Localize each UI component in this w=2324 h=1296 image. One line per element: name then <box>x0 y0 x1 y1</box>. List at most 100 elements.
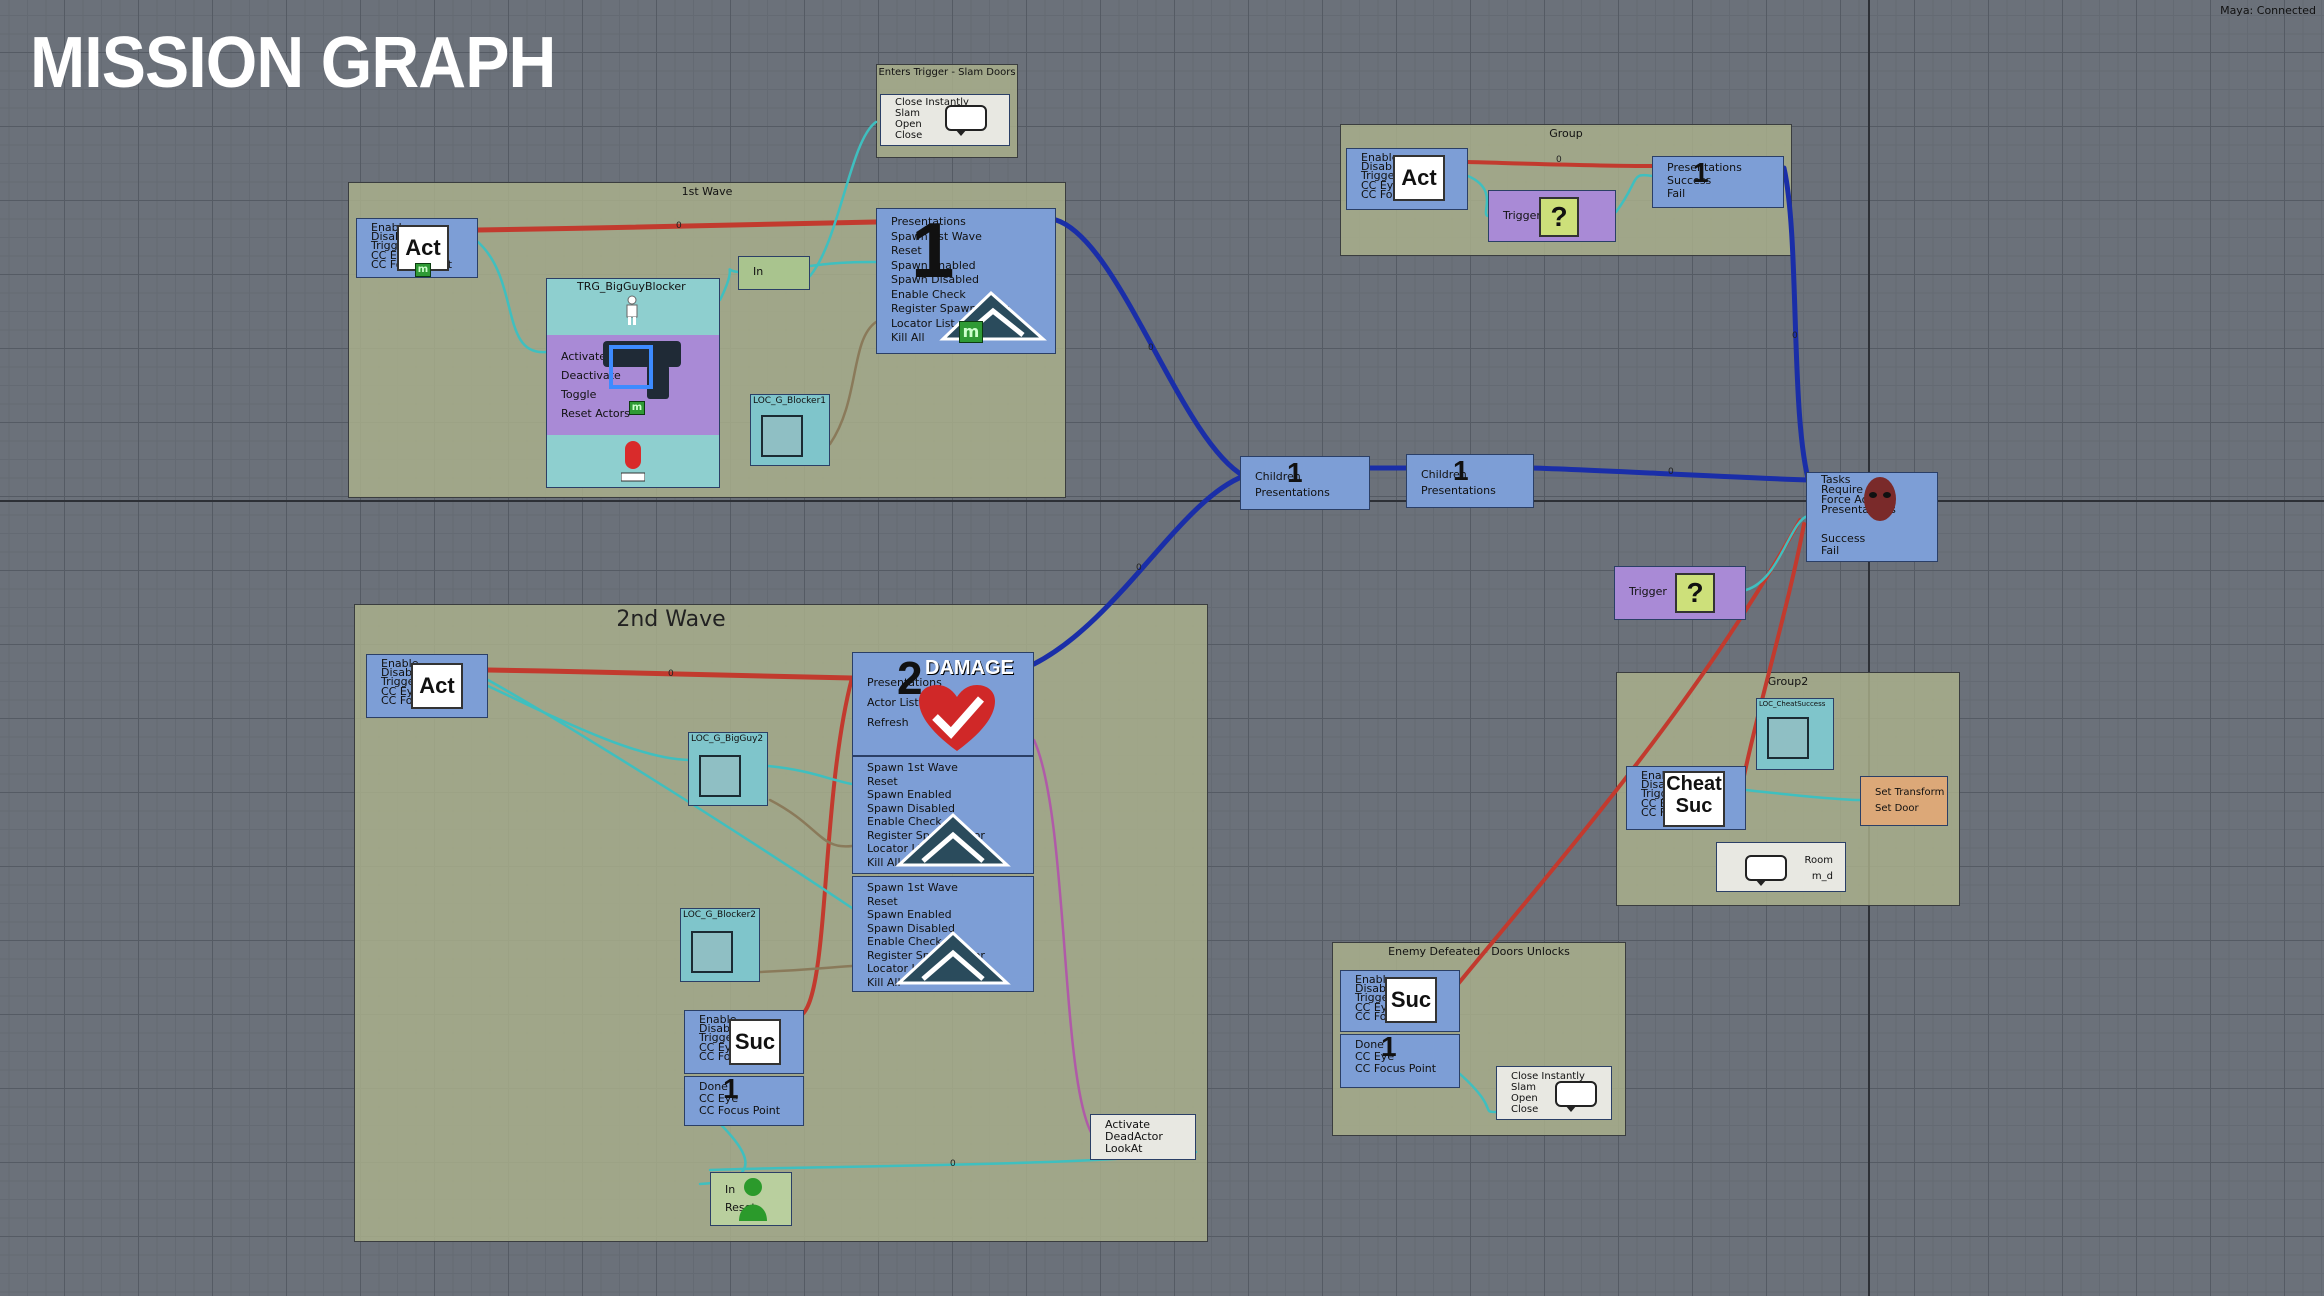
spawn-node-wave1[interactable]: Presentations Spawn 1st Wave Reset Spawn… <box>876 208 1056 354</box>
trigger-pin[interactable]: Trigger <box>1629 586 1667 597</box>
locator-icon <box>761 415 803 457</box>
set-transform-node[interactable]: Set Transform Set Door <box>1860 776 1948 826</box>
activate-node[interactable]: Activate DeadActor LookAt <box>1090 1114 1196 1160</box>
trg-action-section: Activate Deactivate Toggle Reset Actors … <box>547 335 719 435</box>
trigger-node-group[interactable]: Trigger ? <box>1488 190 1616 242</box>
act-node-group[interactable]: Enable Disable Trigger CC Eye CC Focus P… <box>1346 148 1468 210</box>
trigger-pin[interactable]: Trigger <box>1503 210 1541 221</box>
suc-badge: Suc <box>1385 977 1437 1023</box>
wire-label: 0 <box>1136 563 1142 573</box>
damage-label: DAMAGE <box>925 657 1014 679</box>
activate-pin-list: Activate DeadActor LookAt <box>1105 1119 1163 1155</box>
speech-bubble-icon <box>1745 855 1787 886</box>
door-node-enemy[interactable]: Close Instantly Slam Open Close <box>1496 1066 1612 1120</box>
loc-g-blocker2-node[interactable]: LOC_G_Blocker2 <box>680 908 760 982</box>
room-pin-list: Room m_d <box>1805 853 1833 885</box>
children-node-1[interactable]: Children Presentations 1 <box>1240 456 1370 510</box>
mask-icon <box>1864 477 1896 521</box>
tasks-node[interactable]: Tasks Require Force Add Presentations Su… <box>1806 472 1938 562</box>
act-node-wave1[interactable]: Enable Disable Trigger CC Eye CC Focus P… <box>356 218 478 278</box>
cheat-suc-badge: Cheat Suc <box>1663 771 1725 827</box>
pin-set-door[interactable]: Set Door <box>1875 801 1944 817</box>
spawn-node-wave2a[interactable]: Spawn 1st Wave Reset Spawn Enabled Spawn… <box>852 756 1034 874</box>
pin-fail[interactable]: Fail <box>1821 545 1865 557</box>
wire-data <box>1458 1072 1498 1114</box>
speech-bubble-icon <box>945 105 987 136</box>
m-icon: m <box>959 321 983 343</box>
pin-spawn-1st-wave[interactable]: Spawn 1st Wave <box>867 761 985 775</box>
pin-spawn-enabled[interactable]: Spawn Enabled <box>867 908 985 922</box>
pin-m-d[interactable]: m_d <box>1805 869 1833 885</box>
suc-node-enemy[interactable]: Enable Disable Trigger CC Eye CC Focus P… <box>1340 970 1460 1032</box>
pin-set-transform[interactable]: Set Transform <box>1875 785 1944 801</box>
done-node-enemy[interactable]: Done CC Eye CC Focus Point 1 <box>1340 1034 1460 1088</box>
suc-node-wave2[interactable]: Enable Disable Trigger CC Eye CC Focus P… <box>684 1010 804 1074</box>
cheat-label-line2: Suc <box>1675 795 1713 817</box>
wire-data <box>808 120 878 278</box>
loc-g-blocker1-node[interactable]: LOC_G_Blocker1 <box>750 394 830 466</box>
loc-title: LOC_G_Blocker1 <box>753 396 827 406</box>
wire-label: 0 <box>676 221 682 231</box>
done-count: 1 <box>1381 1034 1397 1062</box>
children-count: 1 <box>1453 455 1469 486</box>
pin-cc-focus[interactable]: CC Focus Point <box>699 1105 780 1117</box>
wire-data <box>1466 174 1490 218</box>
wire-data <box>1614 173 1654 214</box>
wire-actor <box>1032 738 1098 1142</box>
pin-reset[interactable]: Reset <box>867 895 985 909</box>
trg-title: TRG_BigGuyBlocker <box>577 280 686 293</box>
wire-presentation <box>1781 165 1813 489</box>
pin-cc-focus[interactable]: CC Focus Point <box>1355 1063 1436 1075</box>
m-icon: m <box>415 263 431 277</box>
damage-check-icon <box>919 685 995 751</box>
done-node-wave2[interactable]: Done CC Eye CC Focus Point 1 <box>684 1076 804 1126</box>
wire-data <box>766 764 854 786</box>
damage-node[interactable]: Presentations Actor List Refresh 2 DAMAG… <box>852 652 1034 756</box>
wire-label: 0 <box>1556 155 1562 165</box>
pin-spawn-1st-wave[interactable]: Spawn 1st Wave <box>867 881 985 895</box>
wire-object <box>768 798 854 848</box>
pin-spawn-enabled[interactable]: Spawn Enabled <box>867 788 985 802</box>
trigger-node-right[interactable]: Trigger ? <box>1614 566 1746 620</box>
trg-bigguy-blocker-node[interactable]: TRG_BigGuyBlocker Activate Deactivate To… <box>546 278 720 488</box>
capsule-icon <box>621 441 645 482</box>
wire-label: 0 <box>1668 467 1674 477</box>
settransform-pin-list: Set Transform Set Door <box>1875 785 1944 817</box>
wire-data <box>476 240 548 354</box>
wire-label: 0 <box>1148 343 1154 353</box>
spawn-node-wave2b[interactable]: Spawn 1st Wave Reset Spawn Enabled Spawn… <box>852 876 1034 992</box>
wire-data <box>718 268 740 302</box>
in-pin[interactable]: In <box>753 266 763 277</box>
children-node-2[interactable]: Children Presentations 1 <box>1406 454 1534 508</box>
act-node-wave2[interactable]: Enable Disable Trigger CC Eye CC Focus P… <box>366 654 488 718</box>
pin-reset-actors[interactable]: Reset Actors <box>561 404 630 423</box>
wire-object <box>828 320 878 446</box>
in-node-wave1[interactable]: In <box>738 256 810 290</box>
presentations-node-group[interactable]: Presentations Success Fail 1 <box>1652 156 1784 208</box>
act-badge: Act <box>1393 155 1445 201</box>
door-node-enters[interactable]: Close Instantly Slam Open Close <box>880 94 1010 146</box>
locator-icon <box>691 931 733 973</box>
loc-title: LOC_G_Blocker2 <box>683 910 757 920</box>
loc-title: LOC_CheatSuccess <box>1759 700 1826 708</box>
loc-cheat-node[interactable]: LOC_CheatSuccess <box>1756 698 1834 770</box>
act-badge: Act <box>411 663 463 709</box>
suc-badge: Suc <box>729 1019 781 1065</box>
room-node[interactable]: Room m_d <box>1716 842 1846 892</box>
spawn-count: 1 <box>911 208 955 294</box>
wire-data <box>1744 788 1864 802</box>
pin-room[interactable]: Room <box>1805 853 1833 869</box>
wire-object <box>758 964 854 974</box>
locator-icon <box>699 755 741 797</box>
inreset-node[interactable]: In Reset <box>710 1172 792 1226</box>
pin-look-at[interactable]: LookAt <box>1105 1143 1163 1155</box>
pres-count: 1 <box>1693 157 1709 188</box>
green-figure-icon <box>739 1178 767 1221</box>
m-icon: m <box>629 401 645 415</box>
mountain-icon <box>895 930 1011 985</box>
speech-bubble-icon <box>1555 1081 1597 1112</box>
loc-g-bigguy2-node[interactable]: LOC_G_BigGuy2 <box>688 732 768 806</box>
locator-icon <box>1767 717 1809 759</box>
cheat-suc-node[interactable]: Enable Disable Trigger CC Eye CC Focus P… <box>1626 766 1746 830</box>
pin-reset[interactable]: Reset <box>867 775 985 789</box>
